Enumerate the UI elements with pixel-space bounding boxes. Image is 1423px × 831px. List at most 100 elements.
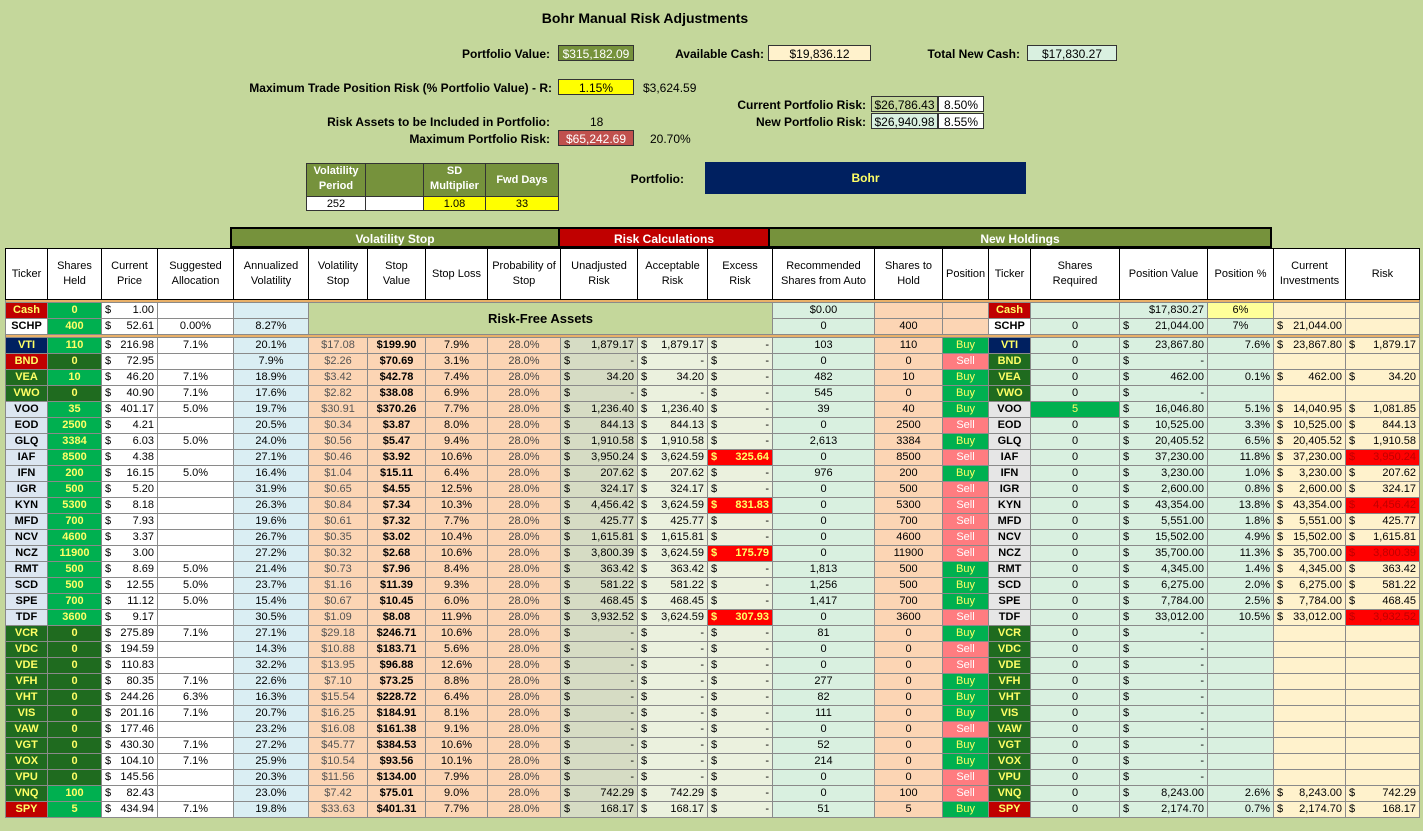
- cell-ticker[interactable]: NCZ: [5, 545, 48, 562]
- cell-suggested-allocation[interactable]: 7.1%: [157, 753, 234, 770]
- header-shares-to-hold[interactable]: Shares to Hold: [874, 248, 943, 300]
- header-position-value[interactable]: Position Value: [1119, 248, 1208, 300]
- cell-ticker[interactable]: VCR: [5, 625, 48, 642]
- cell-ticker[interactable]: VNQ: [5, 785, 48, 802]
- cell-ticker[interactable]: VOX: [5, 753, 48, 770]
- header-acceptable-risk[interactable]: Acceptable Risk: [637, 248, 708, 300]
- cell-position[interactable]: Buy: [942, 625, 989, 642]
- cell-shares-held[interactable]: 8500: [47, 449, 102, 466]
- cell-suggested-allocation[interactable]: 5.0%: [157, 401, 234, 418]
- cell-ticker[interactable]: RMT: [5, 561, 48, 578]
- cell-suggested-allocation[interactable]: [157, 609, 234, 626]
- header-suggested-allocation[interactable]: Suggested Allocation: [157, 248, 234, 300]
- cell-suggested-allocation[interactable]: 5.0%: [157, 561, 234, 578]
- cell-ticker[interactable]: IFN: [5, 465, 48, 482]
- cell-suggested-allocation[interactable]: 6.3%: [157, 689, 234, 706]
- cell-suggested-allocation[interactable]: 5.0%: [157, 593, 234, 610]
- cell-position[interactable]: Buy: [942, 593, 989, 610]
- cell-ticker[interactable]: TDF: [5, 609, 48, 626]
- cell-ticker[interactable]: VOO: [5, 401, 48, 418]
- cell-ticker[interactable]: IAF: [5, 449, 48, 466]
- cell-position[interactable]: Sell: [942, 497, 989, 514]
- cell-suggested-allocation[interactable]: [157, 721, 234, 738]
- cell-ticker[interactable]: MFD: [5, 513, 48, 530]
- cell-shares-held[interactable]: 4600: [47, 529, 102, 546]
- cell-shares-held[interactable]: 5300: [47, 497, 102, 514]
- cell-ticker[interactable]: KYN: [5, 497, 48, 514]
- header-unadjusted-risk[interactable]: Unadjusted Risk: [560, 248, 638, 300]
- sd-mult-value[interactable]: 1.08: [423, 196, 486, 211]
- fwd-days-value[interactable]: 33: [485, 196, 559, 211]
- cell-ticker[interactable]: IGR: [5, 481, 48, 498]
- cell-position[interactable]: Sell: [942, 513, 989, 530]
- cell-suggested-allocation[interactable]: 7.1%: [157, 673, 234, 690]
- cell-shares-held[interactable]: 0: [47, 385, 102, 402]
- cell-shares-held[interactable]: 5: [47, 801, 102, 818]
- cell-position[interactable]: Buy: [942, 401, 989, 418]
- cell-shares-held[interactable]: 3600: [47, 609, 102, 626]
- cell-position[interactable]: Sell: [942, 721, 989, 738]
- cell-ticker[interactable]: VAW: [5, 721, 48, 738]
- cell-suggested-allocation[interactable]: [157, 641, 234, 658]
- cell-shares-held[interactable]: 100: [47, 785, 102, 802]
- cell-shares-held[interactable]: 0: [47, 625, 102, 642]
- cell-ticker[interactable]: GLQ: [5, 433, 48, 450]
- cell-shares-held[interactable]: 11900: [47, 545, 102, 562]
- cell-ticker[interactable]: SPE: [5, 593, 48, 610]
- cell-ticker[interactable]: VPU: [5, 769, 48, 786]
- cell-ticker[interactable]: SCD: [5, 577, 48, 594]
- cell-suggested-allocation[interactable]: [157, 353, 234, 370]
- cell-shares-held[interactable]: 700: [47, 513, 102, 530]
- cell-suggested-allocation[interactable]: [157, 449, 234, 466]
- portfolio-name[interactable]: Bohr: [705, 162, 1026, 194]
- cell-shares-held[interactable]: 0: [47, 769, 102, 786]
- cell-suggested-allocation[interactable]: 7.1%: [157, 705, 234, 722]
- cell-shares-held[interactable]: 500: [47, 481, 102, 498]
- header-ticker[interactable]: Ticker: [5, 248, 48, 300]
- cell-position[interactable]: Sell: [942, 353, 989, 370]
- cell-position[interactable]: Buy: [942, 577, 989, 594]
- cell-suggested-allocation[interactable]: 7.1%: [157, 625, 234, 642]
- schp-ticker[interactable]: SCHP: [5, 318, 48, 335]
- cell-position[interactable]: Buy: [942, 369, 989, 386]
- cell-ticker[interactable]: VFH: [5, 673, 48, 690]
- cell-position[interactable]: Buy: [942, 689, 989, 706]
- cell-ticker[interactable]: NCV: [5, 529, 48, 546]
- cell-suggested-allocation[interactable]: [157, 513, 234, 530]
- cell-position[interactable]: Buy: [942, 737, 989, 754]
- header-volatility-stop[interactable]: Volatility Stop: [308, 248, 368, 300]
- cell-position[interactable]: Buy: [942, 465, 989, 482]
- cell-position[interactable]: Buy: [942, 385, 989, 402]
- cell-position[interactable]: Buy: [942, 337, 989, 354]
- cell-ticker[interactable]: VEA: [5, 369, 48, 386]
- cell-shares-held[interactable]: 0: [47, 721, 102, 738]
- cell-suggested-allocation[interactable]: [157, 529, 234, 546]
- cell-ticker[interactable]: EOD: [5, 417, 48, 434]
- header-probability-of-stop[interactable]: Probability of Stop: [487, 248, 561, 300]
- cell-suggested-allocation[interactable]: [157, 481, 234, 498]
- cell-suggested-allocation[interactable]: [157, 769, 234, 786]
- header-position[interactable]: Position: [942, 248, 989, 300]
- cell-suggested-allocation[interactable]: 7.1%: [157, 385, 234, 402]
- cell-position[interactable]: Sell: [942, 657, 989, 674]
- cell-shares-held[interactable]: 0: [47, 641, 102, 658]
- cell-suggested-allocation[interactable]: [157, 497, 234, 514]
- cell-shares-held[interactable]: 0: [47, 673, 102, 690]
- header-stop-loss[interactable]: Stop Loss: [425, 248, 488, 300]
- cell-position[interactable]: Sell: [942, 449, 989, 466]
- cell-ticker[interactable]: VWO: [5, 385, 48, 402]
- cell-ticker[interactable]: VDE: [5, 657, 48, 674]
- cell-position[interactable]: Buy: [942, 753, 989, 770]
- cell-shares-held[interactable]: 2500: [47, 417, 102, 434]
- cell-position[interactable]: Buy: [942, 433, 989, 450]
- header-risk[interactable]: Risk: [1345, 248, 1420, 300]
- header-position-pct[interactable]: Position %: [1207, 248, 1274, 300]
- header-shares-required[interactable]: Shares Required: [1030, 248, 1120, 300]
- header-current-price[interactable]: Current Price: [101, 248, 158, 300]
- cell-shares-held[interactable]: 10: [47, 369, 102, 386]
- cell-position[interactable]: Buy: [942, 801, 989, 818]
- cell-shares-held[interactable]: 0: [47, 753, 102, 770]
- cell-ticker[interactable]: VIS: [5, 705, 48, 722]
- cell-position[interactable]: Sell: [942, 785, 989, 802]
- cell-suggested-allocation[interactable]: 5.0%: [157, 577, 234, 594]
